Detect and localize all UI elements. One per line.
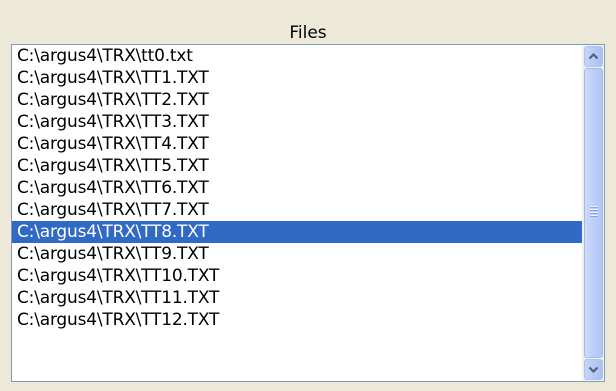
chevron-down-icon bbox=[588, 366, 599, 374]
list-item[interactable]: C:\argus4\TRX\TT10.TXT bbox=[12, 265, 582, 287]
list-item[interactable]: C:\argus4\TRX\TT5.TXT bbox=[12, 155, 582, 177]
files-panel: Files C:\argus4\TRX\tt0.txt C:\argus4\TR… bbox=[0, 0, 616, 391]
files-listbox[interactable]: C:\argus4\TRX\tt0.txt C:\argus4\TRX\TT1.… bbox=[11, 44, 605, 382]
list-item[interactable]: C:\argus4\TRX\TT9.TXT bbox=[12, 243, 582, 265]
list-item[interactable]: C:\argus4\TRX\TT11.TXT bbox=[12, 287, 582, 309]
list-item-selected[interactable]: C:\argus4\TRX\TT8.TXT bbox=[12, 221, 582, 243]
list-item[interactable]: C:\argus4\TRX\tt0.txt bbox=[12, 45, 582, 67]
grip-icon bbox=[590, 206, 598, 217]
scroll-thumb[interactable] bbox=[584, 68, 603, 358]
files-list: C:\argus4\TRX\tt0.txt C:\argus4\TRX\TT1.… bbox=[12, 45, 582, 381]
list-item[interactable]: C:\argus4\TRX\TT3.TXT bbox=[12, 111, 582, 133]
scroll-down-button[interactable] bbox=[584, 359, 603, 380]
chevron-up-icon bbox=[588, 52, 599, 60]
vertical-scrollbar[interactable] bbox=[582, 45, 604, 381]
list-item[interactable]: C:\argus4\TRX\TT4.TXT bbox=[12, 133, 582, 155]
list-item[interactable]: C:\argus4\TRX\TT2.TXT bbox=[12, 89, 582, 111]
files-header: Files bbox=[289, 23, 327, 43]
list-item[interactable]: C:\argus4\TRX\TT1.TXT bbox=[12, 67, 582, 89]
list-item[interactable]: C:\argus4\TRX\TT12.TXT bbox=[12, 309, 582, 331]
scroll-up-button[interactable] bbox=[584, 46, 603, 67]
list-item[interactable]: C:\argus4\TRX\TT6.TXT bbox=[12, 177, 582, 199]
list-item[interactable]: C:\argus4\TRX\TT7.TXT bbox=[12, 199, 582, 221]
